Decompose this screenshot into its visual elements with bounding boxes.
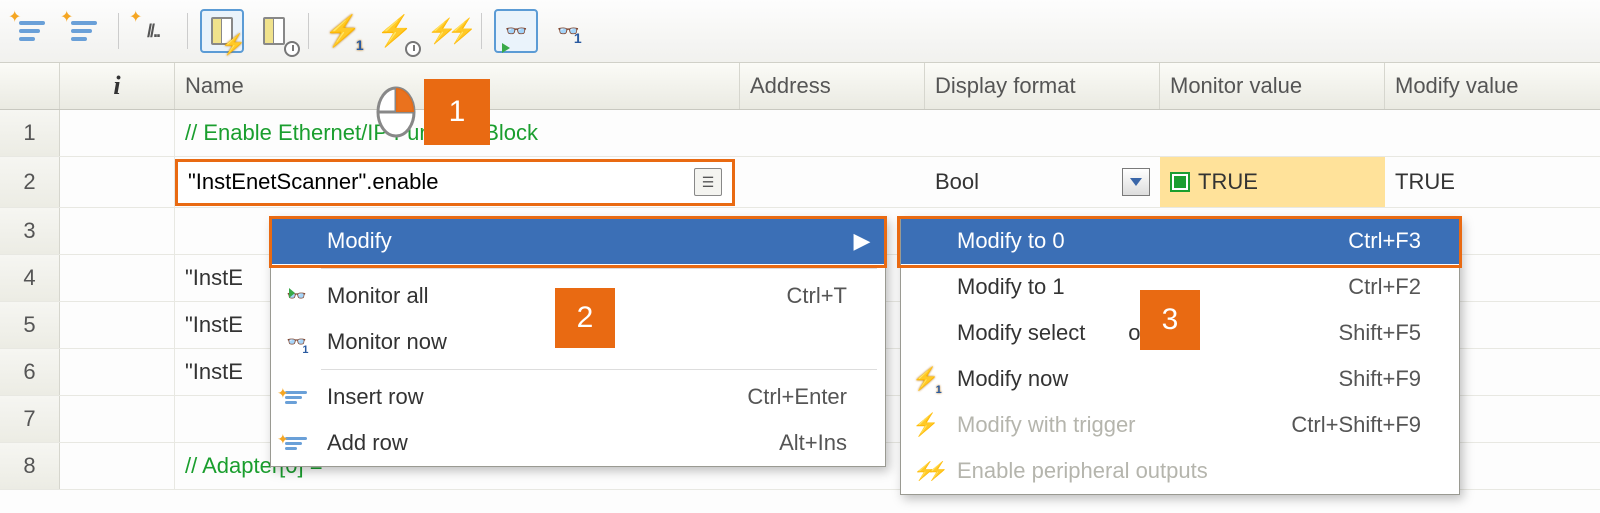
menu-item-label: Modify now xyxy=(951,366,1308,392)
menu-item-label: Insert row xyxy=(321,384,717,410)
modify-value-cell[interactable]: TRUE xyxy=(1385,157,1600,207)
menu-item-modify[interactable]: Modify ▶ xyxy=(271,218,885,264)
toolbar: ✦ ✦ //..✦ ⚡ ⚡1 ⚡ ⚡⚡ 👓 👓1 xyxy=(0,0,1600,63)
display-format-dropdown[interactable] xyxy=(1122,168,1150,196)
toolbar-separator xyxy=(308,13,309,49)
row-info-cell xyxy=(60,396,175,442)
toolbar-btn-bolt-clock[interactable]: ⚡ xyxy=(373,9,417,53)
name-input[interactable] xyxy=(188,169,694,195)
row-info-cell xyxy=(60,443,175,489)
menu-item-shortcut: Ctrl+T xyxy=(757,283,848,309)
annotation-callout-1: 1 xyxy=(424,79,490,145)
row-number: 6 xyxy=(0,349,60,395)
header-modify-value[interactable]: Modify value xyxy=(1385,63,1600,109)
menu-item-label: Modify selected now xyxy=(951,320,1308,346)
menu-item-label: Modify with trigger xyxy=(951,412,1261,438)
table-header: i Name Address Display format Monitor va… xyxy=(0,63,1600,110)
name-cell[interactable]: ☰ xyxy=(175,157,740,207)
menu-item-modify-now[interactable]: ⚡1 Modify now Shift+F9 xyxy=(901,356,1459,402)
menu-item-enable-peripheral-outputs: ⚡⚡ Enable peripheral outputs xyxy=(901,448,1459,494)
row-number: 1 xyxy=(0,110,60,156)
row-info-cell xyxy=(60,255,175,301)
row-info-cell xyxy=(60,302,175,348)
row-info-cell xyxy=(60,349,175,395)
menu-item-label: Enable peripheral outputs xyxy=(951,458,1391,484)
menu-item-label: Modify to 1 xyxy=(951,274,1318,300)
row-number: 3 xyxy=(0,208,60,254)
toolbar-btn-monitor-1[interactable]: 👓1 xyxy=(546,9,590,53)
bolt-1-icon: ⚡1 xyxy=(901,366,951,392)
row-number: 4 xyxy=(0,255,60,301)
address-cell[interactable] xyxy=(740,157,925,207)
menu-item-shortcut: Alt+Ins xyxy=(749,430,847,456)
toolbar-btn-lines-new-1[interactable]: ✦ xyxy=(10,9,54,53)
row-number: 2 xyxy=(0,157,60,207)
toolbar-btn-columns-clock[interactable] xyxy=(252,9,296,53)
menu-item-shortcut: Ctrl+Enter xyxy=(717,384,847,410)
header-display-format[interactable]: Display format xyxy=(925,63,1160,109)
menu-item-shortcut: Shift+F5 xyxy=(1308,320,1421,346)
row-number: 5 xyxy=(0,302,60,348)
toolbar-btn-columns-bolt[interactable]: ⚡ xyxy=(200,9,244,53)
insert-row-icon: ✦ xyxy=(271,389,321,406)
mouse-cursor-icon xyxy=(374,82,418,138)
toolbar-btn-monitor-all[interactable]: 👓 xyxy=(494,9,538,53)
context-submenu-modify: Modify to 0 Ctrl+F3 Modify to 1 Ctrl+F2 … xyxy=(900,217,1460,495)
toolbar-btn-bolt-1[interactable]: ⚡1 xyxy=(321,9,365,53)
row-info-cell xyxy=(60,208,175,254)
toolbar-btn-lines-new-2[interactable]: ✦ xyxy=(62,9,106,53)
name-edit-wrap[interactable]: ☰ xyxy=(175,159,735,206)
menu-separator xyxy=(321,268,877,269)
menu-item-shortcut: Ctrl+Shift+F9 xyxy=(1261,412,1421,438)
toolbar-btn-comment-new[interactable]: //..✦ xyxy=(131,9,175,53)
monitor-value-text: TRUE xyxy=(1198,169,1258,195)
info-icon: i xyxy=(113,71,120,101)
annotation-callout-3: 3 xyxy=(1140,290,1200,350)
menu-item-label: Monitor all xyxy=(321,283,757,309)
display-format-cell[interactable]: Bool xyxy=(925,157,1160,207)
header-rownum xyxy=(0,63,60,109)
row-info-cell xyxy=(60,157,175,207)
bolt-double-grey-icon: ⚡⚡ xyxy=(901,461,951,482)
row-info-cell xyxy=(60,110,175,156)
bolt-clock-grey-icon: ⚡ xyxy=(901,412,951,438)
menu-item-label: Modify to 0 xyxy=(951,228,1318,254)
toolbar-btn-bolt-double[interactable]: ⚡⚡ xyxy=(425,9,469,53)
menu-item-shortcut: Ctrl+F2 xyxy=(1318,274,1421,300)
monitor-value-cell: TRUE xyxy=(1160,157,1385,207)
row-number: 8 xyxy=(0,443,60,489)
menu-item-shortcut: Shift+F9 xyxy=(1308,366,1421,392)
tag-browse-button[interactable]: ☰ xyxy=(694,168,722,196)
menu-item-modify-to-0[interactable]: Modify to 0 Ctrl+F3 xyxy=(901,218,1459,264)
menu-item-insert-row[interactable]: ✦ Insert row Ctrl+Enter xyxy=(271,374,885,420)
menu-item-modify-with-trigger: ⚡ Modify with trigger Ctrl+Shift+F9 xyxy=(901,402,1459,448)
header-address[interactable]: Address xyxy=(740,63,925,109)
boolean-true-icon xyxy=(1170,172,1190,192)
menu-item-label: Add row xyxy=(321,430,749,456)
display-format-value: Bool xyxy=(935,169,979,195)
modify-value-text: TRUE xyxy=(1395,169,1455,195)
add-row-icon: ✦ xyxy=(271,435,321,452)
menu-item-label: Modify xyxy=(321,228,817,254)
toolbar-separator xyxy=(118,13,119,49)
menu-item-shortcut: Ctrl+F3 xyxy=(1318,228,1421,254)
annotation-callout-2: 2 xyxy=(555,288,615,348)
header-info: i xyxy=(60,63,175,109)
glasses-1-icon: 👓1 xyxy=(271,332,321,352)
menu-separator xyxy=(321,369,877,370)
table-row[interactable]: 2 ☰ Bool TRUE TRUE xyxy=(0,157,1600,208)
row-number: 7 xyxy=(0,396,60,442)
toolbar-separator xyxy=(187,13,188,49)
submenu-arrow-icon: ▶ xyxy=(847,228,877,254)
toolbar-separator xyxy=(481,13,482,49)
menu-item-add-row[interactable]: ✦ Add row Alt+Ins xyxy=(271,420,885,466)
header-monitor-value[interactable]: Monitor value xyxy=(1160,63,1385,109)
table-row[interactable]: 1 // Enable Ethernet/IP Function Block xyxy=(0,110,1600,157)
glasses-play-icon: 👓 xyxy=(271,286,321,306)
